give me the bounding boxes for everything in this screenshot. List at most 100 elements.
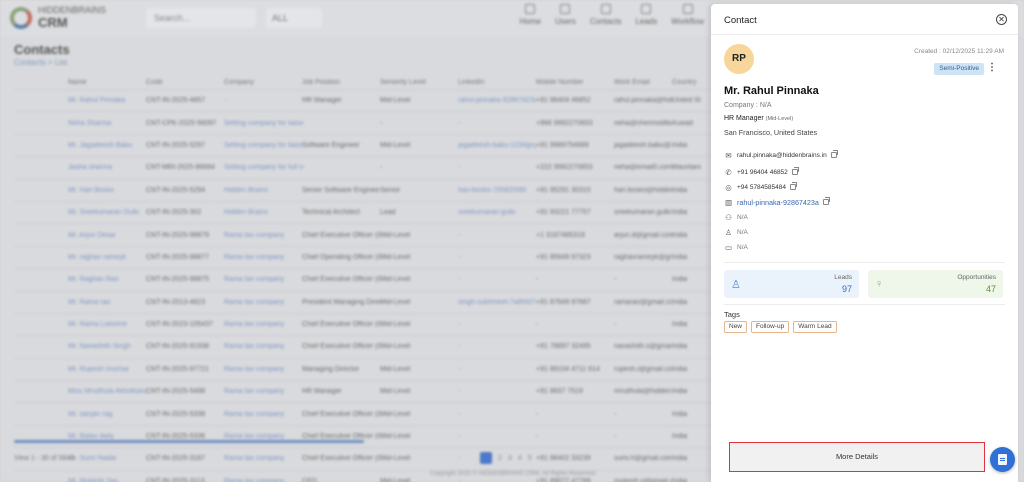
table-cell[interactable]: -	[458, 478, 536, 482]
table-cell[interactable]: Mr. Rahul Pinnaka	[68, 97, 146, 104]
column-header[interactable]: Name	[68, 79, 146, 86]
table-cell[interactable]: Mr. Raghav Rao	[68, 276, 146, 283]
table-row[interactable]: Mr. Raghav Rao CNT-IN-2025-98875 Rama tax …	[14, 269, 714, 292]
nav-item-home[interactable]: Home	[520, 4, 541, 26]
table-cell[interactable]: -	[458, 433, 536, 440]
table-cell[interactable]: -	[458, 254, 536, 261]
table-cell[interactable]: Mr. Jagadeesh Babu	[68, 142, 146, 149]
more-details-button[interactable]: More Details	[729, 442, 985, 472]
table-cell[interactable]: Mr. Navashith Singh	[68, 343, 146, 350]
table-row[interactable]: Mr. Hari Bosko CNT-IN-2025-5294 Hidden Bra…	[14, 180, 714, 202]
column-header[interactable]: Work Email	[614, 79, 672, 86]
table-cell: CNT-IN-2025-3187	[146, 455, 206, 463]
column-header[interactable]: Code	[146, 79, 224, 86]
copy-icon[interactable]	[791, 167, 799, 175]
table-row[interactable]: Mr. Rahul Pinnaka CNT-IN-2025-4857 - HR Man…	[14, 90, 714, 113]
table-cell[interactable]: Jasha sharma	[68, 164, 146, 171]
column-header[interactable]: LinkedIn	[458, 79, 536, 86]
document-fab-button[interactable]	[990, 447, 1015, 472]
logo-icon	[10, 7, 32, 29]
table-cell[interactable]: Mr. Arjun Desai	[68, 232, 146, 239]
column-header[interactable]: Country	[672, 79, 712, 86]
nav-item-leads[interactable]: Leads	[635, 4, 657, 26]
page-button[interactable]	[480, 452, 492, 464]
table-cell[interactable]: singh-sukhmeet-7a8f4d7a	[458, 299, 536, 306]
column-header[interactable]: Seniority Level	[380, 79, 458, 86]
table-cell[interactable]: Mr. Sumi Hadar	[68, 455, 146, 462]
table-cell: CNT-IN-2025-4857	[146, 97, 206, 105]
page-button[interactable]: 3	[508, 455, 512, 462]
column-header[interactable]: Job Position	[302, 79, 380, 86]
table-row[interactable]: Jasha sharma CNT-MRI-2025-96684 Setting co…	[14, 157, 714, 180]
page-button[interactable]: 2	[498, 455, 502, 462]
table-cell[interactable]: Miss Mrudhula Akhotkana	[68, 388, 146, 395]
copy-icon[interactable]	[789, 182, 797, 190]
horizontal-scrollbar[interactable]	[14, 440, 364, 443]
table-cell[interactable]: -	[458, 388, 536, 395]
table-cell[interactable]: Mr. sanjan rag	[68, 411, 146, 418]
table-cell[interactable]: Neha Sharma	[68, 120, 146, 127]
table-cell: CNT-IN-2023-105437	[146, 321, 213, 329]
table-cell[interactable]: -	[458, 343, 536, 350]
table-row[interactable]: Mr. Jagadeesh Babu CNT-IN-2025-5297 Settin…	[14, 135, 714, 158]
leads-card[interactable]: ♙ Leads 97	[724, 270, 859, 298]
table-cell[interactable]: Mr. Hari Bosko	[68, 187, 146, 194]
table-row[interactable]: Mr. sanjan rag CNT-IN-2025-5338 Rama tax c…	[14, 403, 714, 426]
opportunities-card[interactable]: ♀ Opportunities 47	[868, 270, 1003, 298]
table-row[interactable]: Mr. Sreekumaran Dulki CNT-IN-2025-302 Hidd…	[14, 202, 714, 225]
copy-icon[interactable]	[822, 197, 830, 205]
table-row[interactable]: Mr. Mukesh Yan CNT-IN-2025-3113 Rama tax c…	[14, 471, 714, 482]
table-cell[interactable]: Mr. Rama rao	[68, 299, 146, 306]
table-row[interactable]: Mr. Rama Lukonne CNT-IN-2023-105437 Rama t…	[14, 314, 714, 337]
table-row[interactable]: Mr. Batas daily CNT-IN-2025-5336 Rama tax …	[14, 426, 714, 449]
close-icon[interactable]: ✕	[996, 14, 1007, 25]
search-input[interactable]: Search...	[146, 8, 257, 28]
table-cell[interactable]: hari-bosko-70582f390	[458, 187, 536, 194]
table-cell[interactable]: Mr. Mukesh Yan	[68, 478, 146, 482]
copy-icon[interactable]	[830, 150, 838, 158]
table-cell[interactable]: Mr. Batas daily	[68, 433, 146, 440]
table-cell[interactable]: sreekumaran-gulki	[458, 209, 536, 216]
table-cell[interactable]: -	[458, 164, 536, 171]
table-row[interactable]: Neha Sharma CNT-CPK-2025-56097 Setting com…	[14, 112, 714, 135]
table-row[interactable]: Mr. Navashith Singh CNT-IN-2025-91938 Rama…	[14, 336, 714, 359]
table-cell[interactable]: -	[458, 276, 536, 283]
more-options-icon[interactable]: ⋮	[987, 63, 997, 73]
table-cell: -	[536, 321, 539, 329]
table-cell: India	[672, 186, 688, 194]
table-cell[interactable]: -	[458, 120, 536, 127]
table-cell[interactable]: Mr. raghav rameyk	[68, 254, 146, 261]
table-cell[interactable]: jagadeesh-babu-1234gxyfbb	[458, 142, 536, 149]
module-select[interactable]: ALL	[266, 8, 323, 28]
page-button[interactable]: 5	[528, 455, 532, 462]
table-cell[interactable]: -	[458, 366, 536, 373]
nav-icon	[641, 4, 652, 14]
email-value: rahul.pinnaka@hiddenbrains.in	[737, 151, 827, 159]
table-cell: CNT-IN-2025-98879	[146, 231, 210, 239]
column-header[interactable]: Company	[224, 79, 302, 86]
table-row[interactable]: Mr. Rupesh Inuchar CNT-IN-2025-97721 Rama …	[14, 359, 714, 382]
table-cell[interactable]: rahul-pinnaka-92867423a	[458, 97, 536, 104]
table-cell: President Managing Director	[302, 298, 380, 306]
linkedin-link[interactable]: rahul-pinnaka-92867423a	[737, 198, 819, 207]
table-cell: +91 85649 97323	[536, 253, 591, 261]
table-cell[interactable]: -	[458, 411, 536, 418]
linkedin-row: ▥ rahul-pinnaka-92867423a	[724, 197, 830, 207]
table-cell[interactable]: Mr. Sreekumaran Dulki	[68, 209, 146, 216]
table-cell[interactable]: -	[458, 232, 536, 239]
nav-item-contacts[interactable]: Contacts	[590, 4, 621, 26]
table-row[interactable]: Mr. Rama rao CNT-IN-2013-4823 Rama tax com…	[14, 292, 714, 314]
table-row[interactable]: Mr. Sumi Hadar CNT-IN-2025-3187 Rama tax c…	[14, 448, 714, 471]
page-button[interactable]: 4	[518, 455, 522, 462]
nav-item-users[interactable]: Users	[555, 4, 576, 26]
table-cell[interactable]: Mr. Rupesh Inuchar	[68, 366, 146, 373]
nav-item-workflow[interactable]: Workflow	[671, 4, 704, 26]
nav-icon	[600, 4, 611, 14]
table-row[interactable]: Mr. Arjun Desai CNT-IN-2025-98879 Rama tax…	[14, 224, 714, 247]
table-cell[interactable]: Mr. Rama Lukonne	[68, 321, 146, 328]
pagination[interactable]: 2345	[480, 452, 532, 464]
table-row[interactable]: Mr. raghav rameyk CNT-IN-2025-98877 Rama t…	[14, 247, 714, 270]
table-row[interactable]: Miss Mrudhula Akhotkana CNT-IN-2025-5498 R…	[14, 381, 714, 404]
table-cell[interactable]: -	[458, 321, 536, 328]
column-header[interactable]: Mobile Number	[536, 79, 614, 86]
